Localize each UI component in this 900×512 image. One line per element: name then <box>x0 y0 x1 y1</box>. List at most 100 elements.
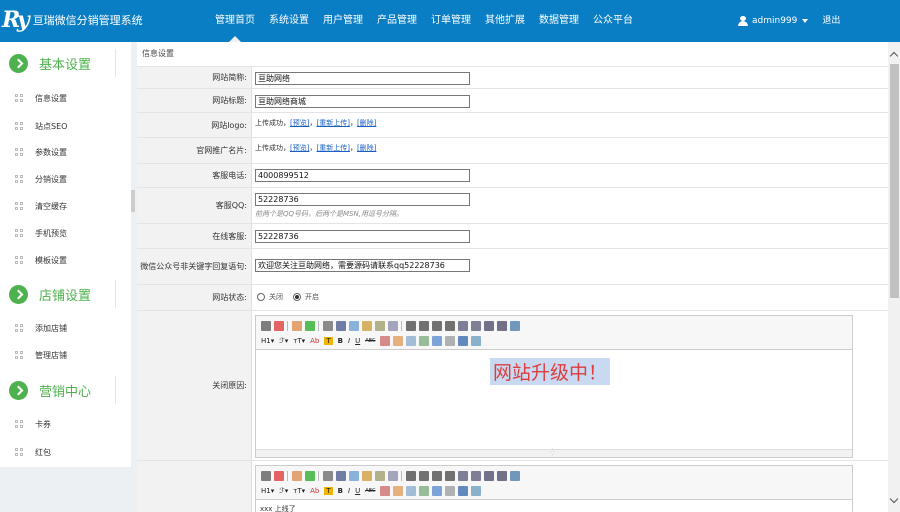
radio-button[interactable] <box>293 293 301 301</box>
preview-icon[interactable] <box>274 321 284 331</box>
promo-delete-link[interactable]: [删除] <box>357 144 376 152</box>
editor-resize-bar[interactable]: ⁛ <box>256 449 852 457</box>
nav-product-management[interactable]: 产品管理 <box>370 0 424 42</box>
sidebar-item-add-store[interactable]: 添加店铺 <box>0 318 131 338</box>
status-radio-closed[interactable]: 关闭 <box>257 292 283 302</box>
flash-icon[interactable] <box>406 336 417 346</box>
ordered-list-icon[interactable] <box>458 321 468 331</box>
select-all-icon[interactable] <box>510 471 520 481</box>
font-size-dropdown[interactable]: тT▾ <box>293 337 305 345</box>
italic-button[interactable]: I <box>348 487 350 495</box>
sidebar-collapse-handle[interactable] <box>131 190 135 212</box>
font-color-button[interactable]: Ab <box>310 487 319 495</box>
highlight-button[interactable]: T <box>324 487 333 495</box>
outdent-icon[interactable] <box>497 471 507 481</box>
nav-home[interactable]: 管理首页 <box>208 0 262 42</box>
flash-icon[interactable] <box>406 486 417 496</box>
hr-icon[interactable] <box>445 486 456 496</box>
redo-icon[interactable] <box>305 471 315 481</box>
paste-icon[interactable] <box>362 321 372 331</box>
align-left-icon[interactable] <box>406 471 416 481</box>
phone-input[interactable]: 4000899512 <box>255 169 470 182</box>
nav-extensions[interactable]: 其他扩展 <box>478 0 532 42</box>
page-scrollbar[interactable] <box>888 42 900 512</box>
source-icon[interactable] <box>261 471 271 481</box>
sidebar-item-parameters[interactable]: 参数设置 <box>0 142 131 162</box>
sidebar-item-clear-cache[interactable]: 清空缓存 <box>0 196 131 216</box>
strikethrough-button[interactable]: ABC <box>365 488 375 494</box>
undo-icon[interactable] <box>292 471 302 481</box>
bold-button[interactable]: B <box>338 487 343 495</box>
indent-icon[interactable] <box>484 321 494 331</box>
promo-reupload-link[interactable]: [重新上传] <box>316 144 349 152</box>
bullet-list-icon[interactable] <box>471 471 481 481</box>
nav-public-platform[interactable]: 公众平台 <box>586 0 640 42</box>
status-radio-open[interactable]: 开启 <box>293 292 319 302</box>
paste-word-icon[interactable] <box>388 321 398 331</box>
cut-icon[interactable] <box>336 471 346 481</box>
sidebar-item-site-seo[interactable]: 站点SEO <box>0 116 131 136</box>
align-right-icon[interactable] <box>432 471 442 481</box>
paste-icon[interactable] <box>362 471 372 481</box>
link-icon[interactable] <box>458 336 469 346</box>
undo-icon[interactable] <box>292 321 302 331</box>
justify-icon[interactable] <box>445 471 455 481</box>
print-icon[interactable] <box>323 471 333 481</box>
site-title-input[interactable]: 亘助网络商城 <box>255 95 470 108</box>
sidebar-item-distribution[interactable]: 分销设置 <box>0 169 131 189</box>
align-right-icon[interactable] <box>432 321 442 331</box>
hr-icon[interactable] <box>445 336 456 346</box>
underline-button[interactable]: U <box>355 487 360 495</box>
align-left-icon[interactable] <box>406 321 416 331</box>
scroll-down-icon[interactable] <box>889 494 899 504</box>
logo-preview-link[interactable]: [预览] <box>290 119 309 127</box>
qq-input[interactable]: 52228736 <box>255 193 470 206</box>
copy-icon[interactable] <box>349 471 359 481</box>
nav-user-management[interactable]: 用户管理 <box>316 0 370 42</box>
nav-data-management[interactable]: 数据管理 <box>532 0 586 42</box>
font-family-dropdown[interactable]: ℱ▾ <box>279 337 288 345</box>
unlink-icon[interactable] <box>471 486 482 496</box>
align-center-icon[interactable] <box>419 471 429 481</box>
editor-content-area[interactable]: 网站升级中！ ⁛ <box>256 350 852 457</box>
sidebar-item-info-settings[interactable]: 信息设置 <box>0 88 131 108</box>
chevron-down-icon[interactable] <box>802 19 809 23</box>
sidebar-item-coupons[interactable]: 卡券 <box>0 414 131 434</box>
redo-icon[interactable] <box>305 321 315 331</box>
preview-icon[interactable] <box>274 471 284 481</box>
cut-icon[interactable] <box>336 321 346 331</box>
paste-text-icon[interactable] <box>375 471 385 481</box>
paste-word-icon[interactable] <box>388 471 398 481</box>
sidebar-item-templates[interactable]: 模板设置 <box>0 250 131 270</box>
heading-dropdown[interactable]: H1▾ <box>261 487 274 495</box>
justify-icon[interactable] <box>445 321 455 331</box>
editor-content-area[interactable]: xxx 上线了 <box>256 500 852 512</box>
sidebar-item-red-packets[interactable]: 红包 <box>0 442 131 462</box>
radio-button[interactable] <box>257 293 265 301</box>
site-name-input[interactable]: 亘助网络 <box>255 72 470 85</box>
italic-button[interactable]: I <box>348 337 350 345</box>
select-all-icon[interactable] <box>510 321 520 331</box>
bullet-list-icon[interactable] <box>471 321 481 331</box>
paste-text-icon[interactable] <box>375 321 385 331</box>
print-icon[interactable] <box>323 321 333 331</box>
scrollbar-thumb[interactable] <box>890 64 899 298</box>
heading-dropdown[interactable]: H1▾ <box>261 337 274 345</box>
link-icon[interactable] <box>458 486 469 496</box>
media-icon[interactable] <box>419 336 430 346</box>
sidebar-item-manage-store[interactable]: 管理店铺 <box>0 345 131 365</box>
scroll-up-icon[interactable] <box>889 51 899 61</box>
highlight-button[interactable]: T <box>324 337 333 345</box>
online-service-input[interactable]: 52228736 <box>255 230 470 243</box>
media-icon[interactable] <box>419 486 430 496</box>
bold-button[interactable]: B <box>338 337 343 345</box>
username[interactable]: admin999 <box>752 0 797 43</box>
unlink-icon[interactable] <box>471 336 482 346</box>
logo-reupload-link[interactable]: [重新上传] <box>316 119 349 127</box>
font-size-dropdown[interactable]: тT▾ <box>293 487 305 495</box>
nav-order-management[interactable]: 订单管理 <box>424 0 478 42</box>
underline-button[interactable]: U <box>355 337 360 345</box>
indent-icon[interactable] <box>484 471 494 481</box>
logout-link[interactable]: 退出 <box>822 0 840 43</box>
image-icon[interactable] <box>393 336 404 346</box>
